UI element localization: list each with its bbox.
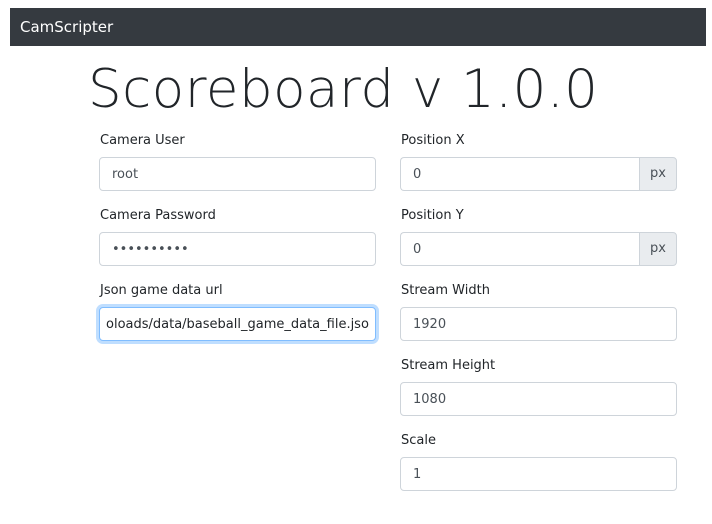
position-x-unit: px bbox=[639, 157, 677, 191]
scale-label: Scale bbox=[401, 433, 436, 448]
position-y-label: Position Y bbox=[401, 208, 464, 223]
scale-input[interactable] bbox=[400, 457, 677, 491]
stream-width-label: Stream Width bbox=[401, 283, 490, 298]
position-x-input[interactable] bbox=[400, 157, 639, 191]
position-x-group: px bbox=[400, 157, 677, 191]
navbar-brand[interactable]: CamScripter bbox=[20, 18, 113, 36]
json-url-label: Json game data url bbox=[100, 283, 223, 298]
page-title: Scoreboard v 1.0.0 bbox=[88, 59, 599, 120]
position-y-group: px bbox=[400, 232, 677, 266]
camera-password-label: Camera Password bbox=[100, 208, 216, 223]
position-y-input[interactable] bbox=[400, 232, 639, 266]
stream-width-input[interactable] bbox=[400, 307, 677, 341]
position-y-unit: px bbox=[639, 232, 677, 266]
json-url-input[interactable] bbox=[99, 307, 376, 341]
camera-user-label: Camera User bbox=[100, 133, 185, 148]
position-x-label: Position X bbox=[401, 133, 465, 148]
stream-height-label: Stream Height bbox=[401, 358, 496, 373]
camera-password-input[interactable] bbox=[99, 232, 376, 266]
camera-user-input[interactable] bbox=[99, 157, 376, 191]
top-navbar: CamScripter bbox=[10, 8, 706, 46]
stream-height-input[interactable] bbox=[400, 382, 677, 416]
